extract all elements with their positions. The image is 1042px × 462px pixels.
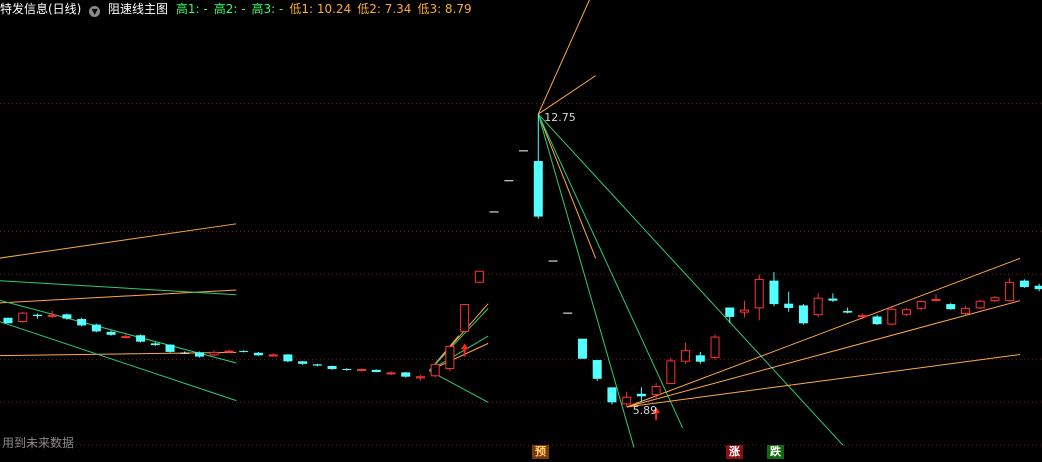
candle-body-45	[666, 360, 676, 384]
candle-body-25	[371, 369, 381, 372]
candlestick-chart[interactable]: 12.75 5.89	[0, 0, 1042, 462]
candle-body-61	[902, 309, 912, 315]
fan-line-17	[537, 113, 635, 448]
candle-body-13	[194, 352, 204, 357]
candle-body-34	[504, 180, 514, 182]
candle-body-27	[401, 372, 411, 377]
candle-body-66	[975, 300, 985, 309]
candle-body-64	[946, 304, 956, 310]
candle-body-51	[754, 278, 764, 309]
candle-body-31	[460, 304, 470, 332]
candle-body-42	[622, 396, 632, 405]
fan-line-0	[0, 223, 237, 259]
candle-body-14	[209, 351, 219, 356]
candle-body-22	[327, 366, 337, 369]
candle-body-47	[695, 355, 705, 362]
candle-body-5	[77, 319, 87, 326]
candle-body-21	[312, 364, 322, 366]
candle-body-41	[607, 387, 617, 403]
candle-body-19	[283, 354, 293, 362]
candle-body-55	[813, 297, 823, 316]
candle-body-60	[887, 308, 897, 325]
candle-body-36	[533, 161, 543, 217]
candle-body-43	[636, 393, 646, 397]
fan-line-18	[626, 257, 1021, 408]
candle-body-69	[1019, 280, 1029, 288]
fan-line-15	[537, 113, 844, 446]
candle-body-10	[150, 343, 160, 346]
fan-line-16	[537, 113, 684, 429]
candle-body-56	[828, 298, 838, 301]
candle-body-2	[32, 314, 42, 317]
candle-body-8	[121, 336, 131, 339]
candle-body-52	[769, 280, 779, 305]
candle-body-67	[990, 297, 1000, 302]
candle-body-54	[798, 305, 808, 324]
candle-body-17	[253, 352, 263, 356]
fall-marker[interactable]: 跌	[767, 445, 784, 459]
future-data-note: 用到未来数据	[2, 436, 75, 450]
candle-body-49	[725, 307, 735, 317]
candle-body-6	[91, 324, 101, 332]
candle-body-18	[268, 354, 278, 357]
candle-body-65	[960, 307, 970, 314]
candle-body-58	[857, 315, 867, 318]
candle-body-59	[872, 316, 882, 325]
candle-body-37	[548, 260, 558, 262]
candle-body-1	[18, 312, 28, 323]
buy-arrow-0	[460, 343, 469, 357]
candle-body-0	[3, 317, 13, 324]
candle-body-32	[474, 270, 484, 283]
candle-body-48	[710, 336, 720, 358]
candle-body-70	[1034, 285, 1042, 290]
candle-body-3	[47, 314, 57, 317]
fan-line-3	[0, 280, 237, 296]
candle-body-23	[342, 368, 352, 370]
candle-body-57	[843, 310, 853, 313]
candle-body-9	[136, 335, 146, 342]
candle-body-30	[445, 345, 455, 369]
price-annotation-0: 12.75	[544, 111, 576, 124]
candle-body-28	[415, 376, 425, 379]
candle-body-53	[784, 303, 794, 308]
candle-body-46	[681, 350, 691, 362]
candle-body-7	[106, 331, 116, 335]
candle-body-11	[165, 344, 175, 352]
rise-marker[interactable]: 涨	[726, 445, 743, 459]
candle-body-20	[298, 361, 308, 364]
candle-body-39	[577, 338, 587, 359]
candle-body-44	[651, 386, 661, 396]
candle-body-26	[386, 372, 396, 375]
candle-body-38	[563, 312, 573, 314]
candle-body-40	[592, 360, 602, 379]
fan-line-12	[537, 0, 590, 115]
candle-body-62	[916, 301, 926, 309]
candle-body-29	[430, 363, 440, 377]
price-annotation-1: 5.89	[633, 404, 658, 417]
candle-body-12	[180, 352, 190, 354]
candle-body-16	[239, 351, 249, 353]
fan-line-10	[428, 308, 489, 372]
candle-body-15	[224, 350, 234, 353]
candle-body-68	[1005, 281, 1015, 302]
candle-body-63	[931, 298, 941, 301]
fan-line-14	[537, 113, 597, 259]
candle-body-35	[519, 150, 529, 152]
candle-body-50	[740, 309, 749, 313]
candle-body-33	[489, 211, 499, 213]
forecast-marker[interactable]: 预	[532, 445, 549, 459]
candle-body-24	[357, 368, 367, 371]
candle-body-4	[62, 314, 72, 319]
